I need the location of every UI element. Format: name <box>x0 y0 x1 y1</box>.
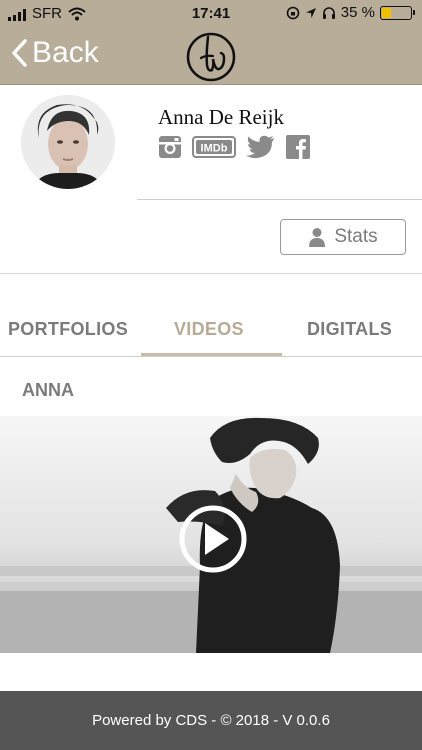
tab-digitals[interactable]: DIGITALS <box>307 319 392 340</box>
tab-videos[interactable]: VIDEOS <box>174 319 244 340</box>
profile-header: Anna De Reijk IMDb Stats <box>0 85 422 275</box>
profile-divider <box>137 199 422 200</box>
stats-button[interactable]: Stats <box>280 219 406 255</box>
imdb-icon[interactable]: IMDb <box>192 136 236 158</box>
tab-bar: PORTFOLIOS VIDEOS DIGITALS <box>0 310 422 357</box>
back-button[interactable]: Back <box>10 36 99 70</box>
rotation-lock-icon <box>286 6 300 19</box>
status-bar: SFR 17:41 35 % <box>0 0 422 28</box>
battery-fill <box>382 7 391 18</box>
video-section-title: ANNA <box>22 380 74 400</box>
battery-icon <box>380 5 415 20</box>
brand-logo-icon <box>186 32 236 82</box>
headphones-icon <box>322 6 335 19</box>
avatar-portrait <box>21 95 115 189</box>
imdb-text: IMDb <box>201 143 228 155</box>
social-links: IMDb <box>158 135 310 159</box>
tab-portfolios[interactable]: PORTFOLIOS <box>8 319 128 340</box>
avatar[interactable] <box>21 95 115 189</box>
active-tab-indicator <box>141 353 282 356</box>
twitter-icon[interactable] <box>246 135 276 159</box>
footer-text: Powered by CDS - © 2018 - V 0.0.6 <box>92 712 330 729</box>
instagram-icon[interactable] <box>158 135 182 159</box>
person-icon <box>309 228 326 247</box>
back-label: Back <box>32 36 99 69</box>
footer: Powered by CDS - © 2018 - V 0.0.6 <box>0 691 422 750</box>
stats-label: Stats <box>334 226 378 247</box>
video-thumbnail[interactable] <box>0 416 422 653</box>
play-icon[interactable] <box>178 504 248 574</box>
battery-percent: 35 % <box>340 4 375 21</box>
navigation-bar: Back <box>0 28 422 85</box>
location-icon <box>305 7 316 18</box>
chevron-left-icon <box>12 39 27 67</box>
facebook-icon[interactable] <box>286 135 310 159</box>
profile-name: Anna De Reijk <box>158 105 284 129</box>
status-right: 35 % <box>286 4 415 21</box>
section-divider <box>0 273 422 274</box>
